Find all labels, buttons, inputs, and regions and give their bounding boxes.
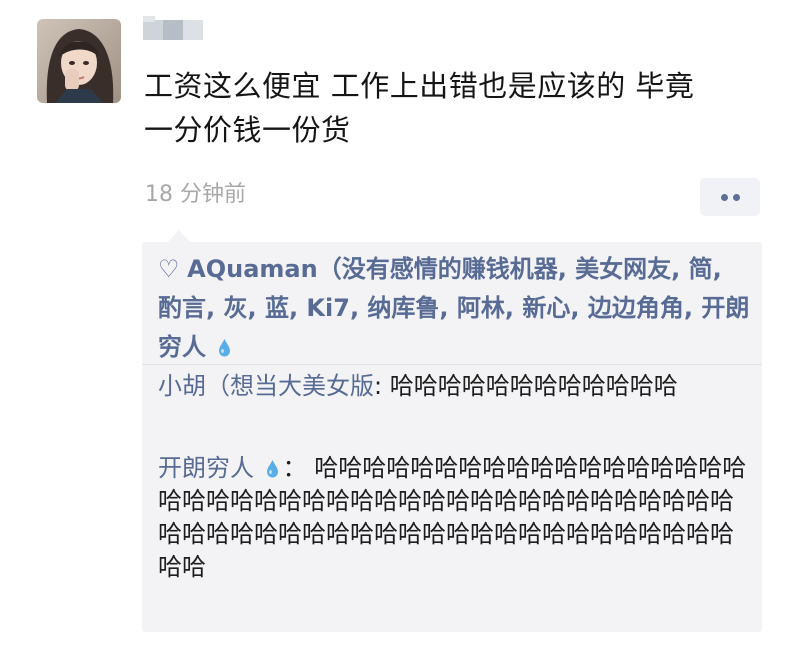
water-drop-icon xyxy=(219,339,231,357)
comment-separator: ： xyxy=(282,454,315,482)
panel-arrow xyxy=(168,230,190,242)
more-dots-icon xyxy=(721,194,728,201)
liker-ki7[interactable]: Ki7 xyxy=(306,294,350,322)
interaction-panel: ♡ AQuaman（没有感情的赚钱机器, 美女网友, 简, 酌言, 灰, 蓝, … xyxy=(142,242,762,632)
comment-item[interactable]: 小胡（想当大美女版: 哈哈哈哈哈哈哈哈哈哈哈哈 xyxy=(158,370,754,403)
post-text: 工资这么便宜 工作上出错也是应该的 毕竟 一分价钱一份货 xyxy=(144,64,774,152)
more-actions-button[interactable] xyxy=(700,178,760,216)
nickname-blurred[interactable] xyxy=(143,16,205,42)
avatar[interactable] xyxy=(37,19,121,103)
comment-item[interactable]: 开朗穷人 ： 哈哈哈哈哈哈哈哈哈哈哈哈哈哈哈哈哈哈哈哈哈哈哈哈哈哈哈哈哈哈哈哈哈… xyxy=(158,452,754,584)
heart-icon: ♡ xyxy=(158,255,180,283)
comment-separator: : xyxy=(374,372,390,400)
comment-author[interactable]: 开朗穷人 xyxy=(158,454,283,482)
comment-text: 哈哈哈哈哈哈哈哈哈哈哈哈 xyxy=(389,372,678,400)
water-drop-icon xyxy=(266,460,278,478)
more-dots-icon-2 xyxy=(733,194,740,201)
post-timestamp: 18 分钟前 xyxy=(145,182,246,207)
likes-list: ♡ AQuaman（没有感情的赚钱机器, 美女网友, 简, 酌言, 灰, 蓝, … xyxy=(158,250,754,367)
comment-author[interactable]: 小胡（想当大美女版 xyxy=(158,372,374,400)
post-text-line-1: 工资这么便宜 工作上出错也是应该的 毕竟 xyxy=(144,69,695,103)
post-text-line-2: 一分价钱一份货 xyxy=(144,113,351,147)
divider xyxy=(142,364,762,365)
comment-author-name[interactable]: 开朗穷人 xyxy=(158,454,262,482)
